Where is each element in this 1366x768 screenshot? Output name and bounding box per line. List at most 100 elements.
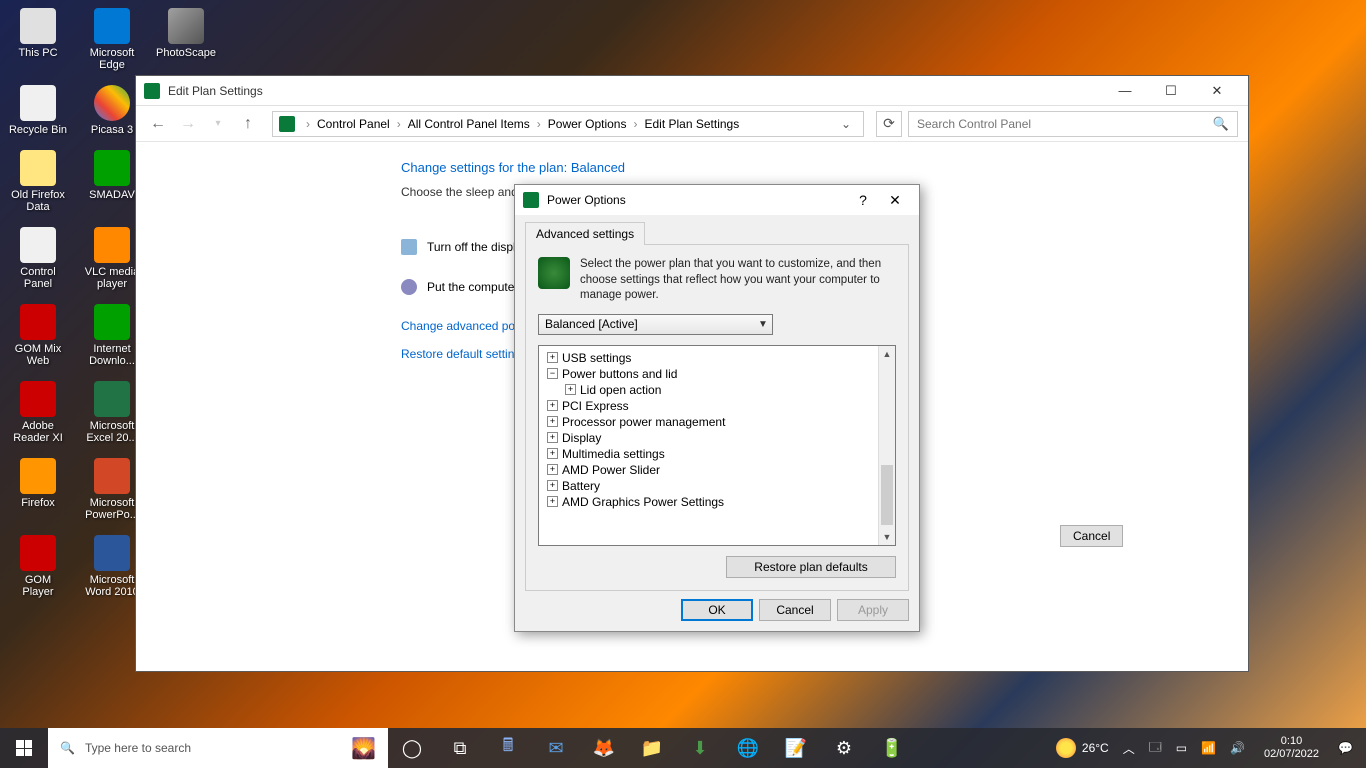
refresh-button[interactable]: ⟳ [876, 111, 902, 137]
tree-item[interactable]: −Power buttons and lid [547, 366, 870, 382]
desktop-icon-firefox-data[interactable]: Old Firefox Data [8, 150, 68, 213]
cortana-icon[interactable]: ◯ [388, 728, 436, 768]
idm-icon[interactable]: ⬇ [676, 728, 724, 768]
scroll-down-button[interactable]: ▼ [879, 528, 895, 545]
desktop-icon-gommix[interactable]: GOM Mix Web [8, 304, 68, 367]
power-options-taskbar-icon[interactable]: 🔋 [868, 728, 916, 768]
maximize-button[interactable]: ☐ [1148, 76, 1194, 106]
search-input[interactable] [917, 117, 1213, 131]
tree-expander-icon[interactable]: + [547, 352, 558, 363]
dialog-titlebar[interactable]: Power Options ? ✕ [515, 185, 919, 215]
desktop-icon-picasa[interactable]: Picasa 3 [82, 85, 142, 136]
desktop-icon-gomplayer[interactable]: GOM Player [8, 535, 68, 598]
breadcrumb-item[interactable]: Control Panel [317, 117, 390, 131]
sun-icon [1056, 738, 1076, 758]
desktop-icon-photo[interactable]: PhotoScape [156, 8, 216, 71]
tree-expander-icon[interactable]: + [547, 496, 558, 507]
breadcrumb-item[interactable]: Power Options [548, 117, 627, 131]
notifications-icon[interactable]: 💬 [1335, 741, 1356, 755]
tree-item[interactable]: +Lid open action [547, 382, 870, 398]
tray-chevron-icon[interactable]: ︿ [1120, 740, 1138, 757]
search-box[interactable]: 🔍 [908, 111, 1238, 137]
recent-dropdown[interactable]: ▾ [206, 112, 230, 136]
breadcrumb-dropdown[interactable]: ⌄ [835, 117, 857, 131]
battery-icon[interactable]: 🗔 [1146, 738, 1165, 759]
apply-button[interactable]: Apply [837, 599, 909, 621]
tree-item[interactable]: +Battery [547, 478, 870, 494]
weather-widget[interactable]: 26°C [1053, 738, 1112, 758]
desktop-icon-edge[interactable]: Microsoft Edge [82, 8, 142, 71]
scrollbar[interactable]: ▲ ▼ [878, 346, 895, 545]
tree-expander-icon[interactable]: + [547, 416, 558, 427]
tree-expander-icon[interactable]: + [547, 400, 558, 411]
word-icon[interactable]: 📝 [772, 728, 820, 768]
back-button[interactable]: ← [146, 112, 170, 136]
search-icon[interactable]: 🔍 [1213, 116, 1229, 132]
desktop-icon-recycle[interactable]: Recycle Bin [8, 85, 68, 136]
mail-icon[interactable]: ✉ [532, 728, 580, 768]
file-explorer-icon[interactable]: 📁 [628, 728, 676, 768]
tree-item[interactable]: +AMD Graphics Power Settings [547, 494, 870, 510]
tree-item[interactable]: +AMD Power Slider [547, 462, 870, 478]
breadcrumb-item[interactable]: Edit Plan Settings [644, 117, 739, 131]
app-icon [94, 304, 130, 340]
help-button[interactable]: ? [847, 185, 879, 215]
breadcrumb[interactable]: › Control Panel › All Control Panel Item… [272, 111, 864, 137]
tree-item[interactable]: +Display [547, 430, 870, 446]
tree-expander-icon[interactable]: + [547, 432, 558, 443]
power-plan-dropdown[interactable]: Balanced [Active] ▼ [538, 314, 773, 335]
start-button[interactable] [0, 728, 48, 768]
tree-expander-icon[interactable]: + [565, 384, 576, 395]
desktop-icon-vlc[interactable]: VLC media player [82, 227, 142, 290]
close-button[interactable]: ✕ [1194, 76, 1240, 106]
tree-item[interactable]: +Multimedia settings [547, 446, 870, 462]
weather-temp: 26°C [1082, 741, 1109, 755]
task-view-icon[interactable]: ⧉ [436, 728, 484, 768]
volume-icon[interactable]: 🔊 [1227, 741, 1248, 755]
tree-item[interactable]: +USB settings [547, 350, 870, 366]
firefox-icon[interactable]: 🦊 [580, 728, 628, 768]
app-icon [94, 227, 130, 263]
desktop-icon-firefox[interactable]: Firefox [8, 458, 68, 521]
tree-expander-icon[interactable]: + [547, 464, 558, 475]
desktop-icon-excel[interactable]: Microsoft Excel 20... [82, 381, 142, 444]
settings-tree[interactable]: +USB settings−Power buttons and lid+Lid … [538, 345, 896, 546]
desktop-icon-word[interactable]: Microsoft Word 2010 [82, 535, 142, 598]
desktop-icon-ppt[interactable]: Microsoft PowerPo... [82, 458, 142, 521]
clock[interactable]: 0:10 02/07/2022 [1256, 735, 1327, 761]
sleep-icon [401, 279, 417, 295]
power-icon [523, 192, 539, 208]
desktop-icon-smadav[interactable]: SMADAV [82, 150, 142, 213]
breadcrumb-item[interactable]: All Control Panel Items [408, 117, 530, 131]
desktop-icon-idm[interactable]: Internet Downlo... [82, 304, 142, 367]
cancel-button[interactable]: Cancel [1060, 525, 1123, 547]
window-titlebar[interactable]: Edit Plan Settings — ☐ ✕ [136, 76, 1248, 106]
scroll-up-button[interactable]: ▲ [879, 346, 895, 363]
touchpad-icon[interactable]: ▭ [1173, 741, 1190, 755]
minimize-button[interactable]: — [1102, 76, 1148, 106]
wifi-icon[interactable]: 📶 [1198, 741, 1219, 755]
app-icon [20, 535, 56, 571]
desktop-icon-pc[interactable]: This PC [8, 8, 68, 71]
forward-button[interactable]: → [176, 112, 200, 136]
tree-expander-icon[interactable]: − [547, 368, 558, 379]
edge-icon[interactable]: 🌐 [724, 728, 772, 768]
tree-expander-icon[interactable]: + [547, 480, 558, 491]
taskbar-search[interactable]: 🔍 Type here to search 🌄 [48, 728, 388, 768]
ok-button[interactable]: OK [681, 599, 753, 621]
calculator-icon[interactable]: 🖩 [484, 728, 532, 768]
tree-expander-icon[interactable]: + [547, 448, 558, 459]
search-icon: 🔍 [60, 741, 75, 755]
settings-icon[interactable]: ⚙ [820, 728, 868, 768]
tree-item[interactable]: +Processor power management [547, 414, 870, 430]
desktop-icon-adobe[interactable]: Adobe Reader XI [8, 381, 68, 444]
tab-advanced-settings[interactable]: Advanced settings [525, 222, 645, 245]
icon-label: Recycle Bin [9, 124, 67, 136]
tree-item[interactable]: +PCI Express [547, 398, 870, 414]
up-button[interactable]: ↑ [236, 112, 260, 136]
close-button[interactable]: ✕ [879, 185, 911, 215]
scroll-thumb[interactable] [881, 465, 893, 525]
restore-defaults-button[interactable]: Restore plan defaults [726, 556, 896, 578]
cancel-button[interactable]: Cancel [759, 599, 831, 621]
desktop-icon-control[interactable]: Control Panel [8, 227, 68, 290]
